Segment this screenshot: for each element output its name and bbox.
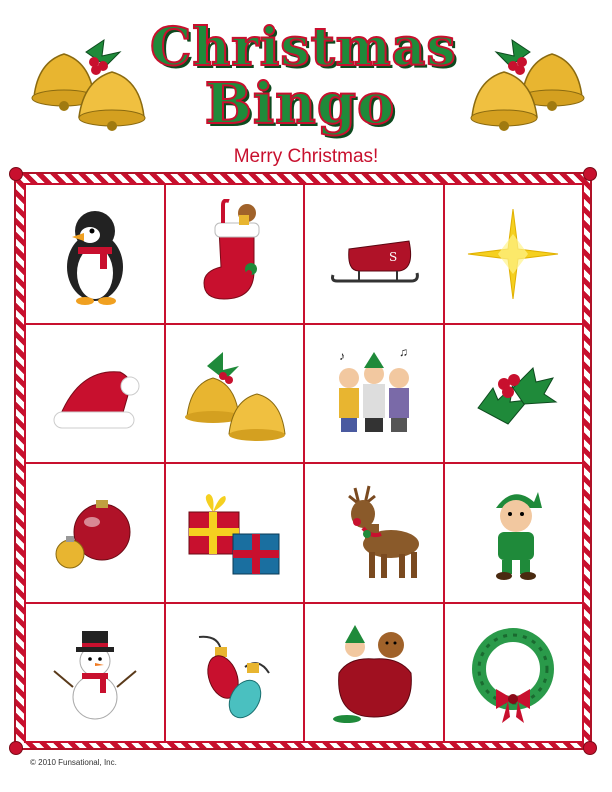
sleigh-icon: S: [330, 240, 419, 283]
border-corner: [583, 741, 597, 755]
bingo-cell[interactable]: [444, 185, 582, 323]
bingo-cell[interactable]: [165, 464, 303, 602]
svg-text:♪: ♪: [339, 349, 345, 363]
carolers-icon: ♪ ♫: [338, 345, 409, 433]
svg-text:♫: ♫: [399, 345, 408, 359]
bells-decoration-right: [462, 22, 592, 142]
bingo-cell[interactable]: [165, 324, 303, 462]
ornament-icon: [55, 499, 131, 569]
bingo-cell[interactable]: [26, 324, 164, 462]
bingo-cell[interactable]: [165, 185, 303, 323]
svg-text:S: S: [389, 250, 397, 264]
bingo-cell[interactable]: [305, 603, 443, 741]
bingo-cell[interactable]: [444, 324, 582, 462]
bingo-cell[interactable]: [305, 464, 443, 602]
penguin-icon: [66, 210, 123, 305]
wreath-icon: [472, 628, 555, 724]
bingo-cell[interactable]: [165, 603, 303, 741]
bingo-grid: S ♪ ♫: [24, 183, 584, 743]
reindeer-icon: [347, 485, 419, 578]
star-icon: [468, 208, 559, 299]
bingo-cell[interactable]: [444, 603, 582, 741]
page-title: Christmas Bingo: [149, 17, 457, 138]
stocking-icon: [203, 198, 260, 300]
presents-icon: [188, 493, 280, 575]
bingo-cell[interactable]: S: [305, 185, 443, 323]
border-corner: [583, 167, 597, 181]
title-line-1: Christmas: [149, 17, 457, 79]
border-corner: [9, 741, 23, 755]
bingo-cell[interactable]: [26, 464, 164, 602]
copyright-notice: © 2010 Funsational, Inc.: [30, 758, 117, 767]
bells-decoration-left: [24, 22, 154, 142]
bingo-cell[interactable]: [26, 185, 164, 323]
lights-icon: [199, 636, 271, 719]
bingo-cell[interactable]: [444, 464, 582, 602]
bells-icon: [185, 352, 286, 442]
elf-icon: [496, 491, 543, 580]
border-corner: [9, 167, 23, 181]
bingo-cell[interactable]: [26, 603, 164, 741]
subtitle: Merry Christmas!: [233, 146, 379, 167]
toy-sack-icon: [332, 625, 412, 724]
santa-hat-icon: [53, 371, 140, 429]
snowman-icon: [53, 631, 137, 720]
holly-icon: [477, 367, 558, 425]
title-line-2: Bingo: [204, 71, 396, 137]
bingo-cell[interactable]: ♪ ♫: [305, 324, 443, 462]
